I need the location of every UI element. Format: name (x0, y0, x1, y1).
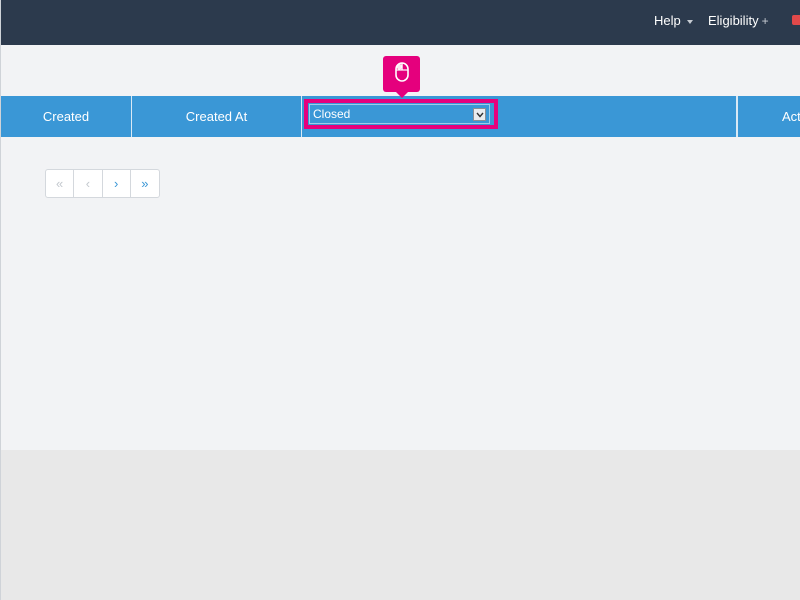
plus-icon: + (761, 13, 769, 28)
top-navbar: Help Eligibility + (1, 0, 800, 45)
pagination: « ‹ › » (45, 169, 160, 198)
help-menu-label: Help (654, 13, 681, 28)
help-menu[interactable]: Help (654, 13, 693, 28)
first-page-button[interactable]: « (46, 170, 75, 197)
status-filter-value: Closed (313, 107, 351, 121)
chevron-down-icon[interactable] (473, 108, 486, 121)
status-filter-select[interactable]: Closed (309, 104, 490, 124)
column-header-actions[interactable]: Act (737, 96, 800, 137)
app-window: Help Eligibility + Created Created At Ac… (0, 0, 800, 600)
column-header-created-at[interactable]: Created At (132, 96, 302, 137)
column-header-label: Created At (185, 109, 248, 124)
column-header-label: Act (782, 109, 800, 124)
mouse-icon (394, 61, 409, 87)
last-page-button[interactable]: » (131, 170, 159, 197)
column-header-label: Created (42, 109, 90, 124)
next-page-button[interactable]: › (103, 170, 131, 197)
column-header-created[interactable]: Created (1, 96, 132, 137)
mouse-click-indicator (383, 56, 420, 98)
eligibility-menu[interactable]: Eligibility + (708, 13, 769, 28)
prev-page-button[interactable]: ‹ (74, 170, 103, 197)
caret-down-icon (686, 19, 693, 24)
eligibility-menu-label: Eligibility (708, 13, 759, 28)
footer-area (1, 450, 800, 600)
alert-badge[interactable] (792, 15, 800, 25)
